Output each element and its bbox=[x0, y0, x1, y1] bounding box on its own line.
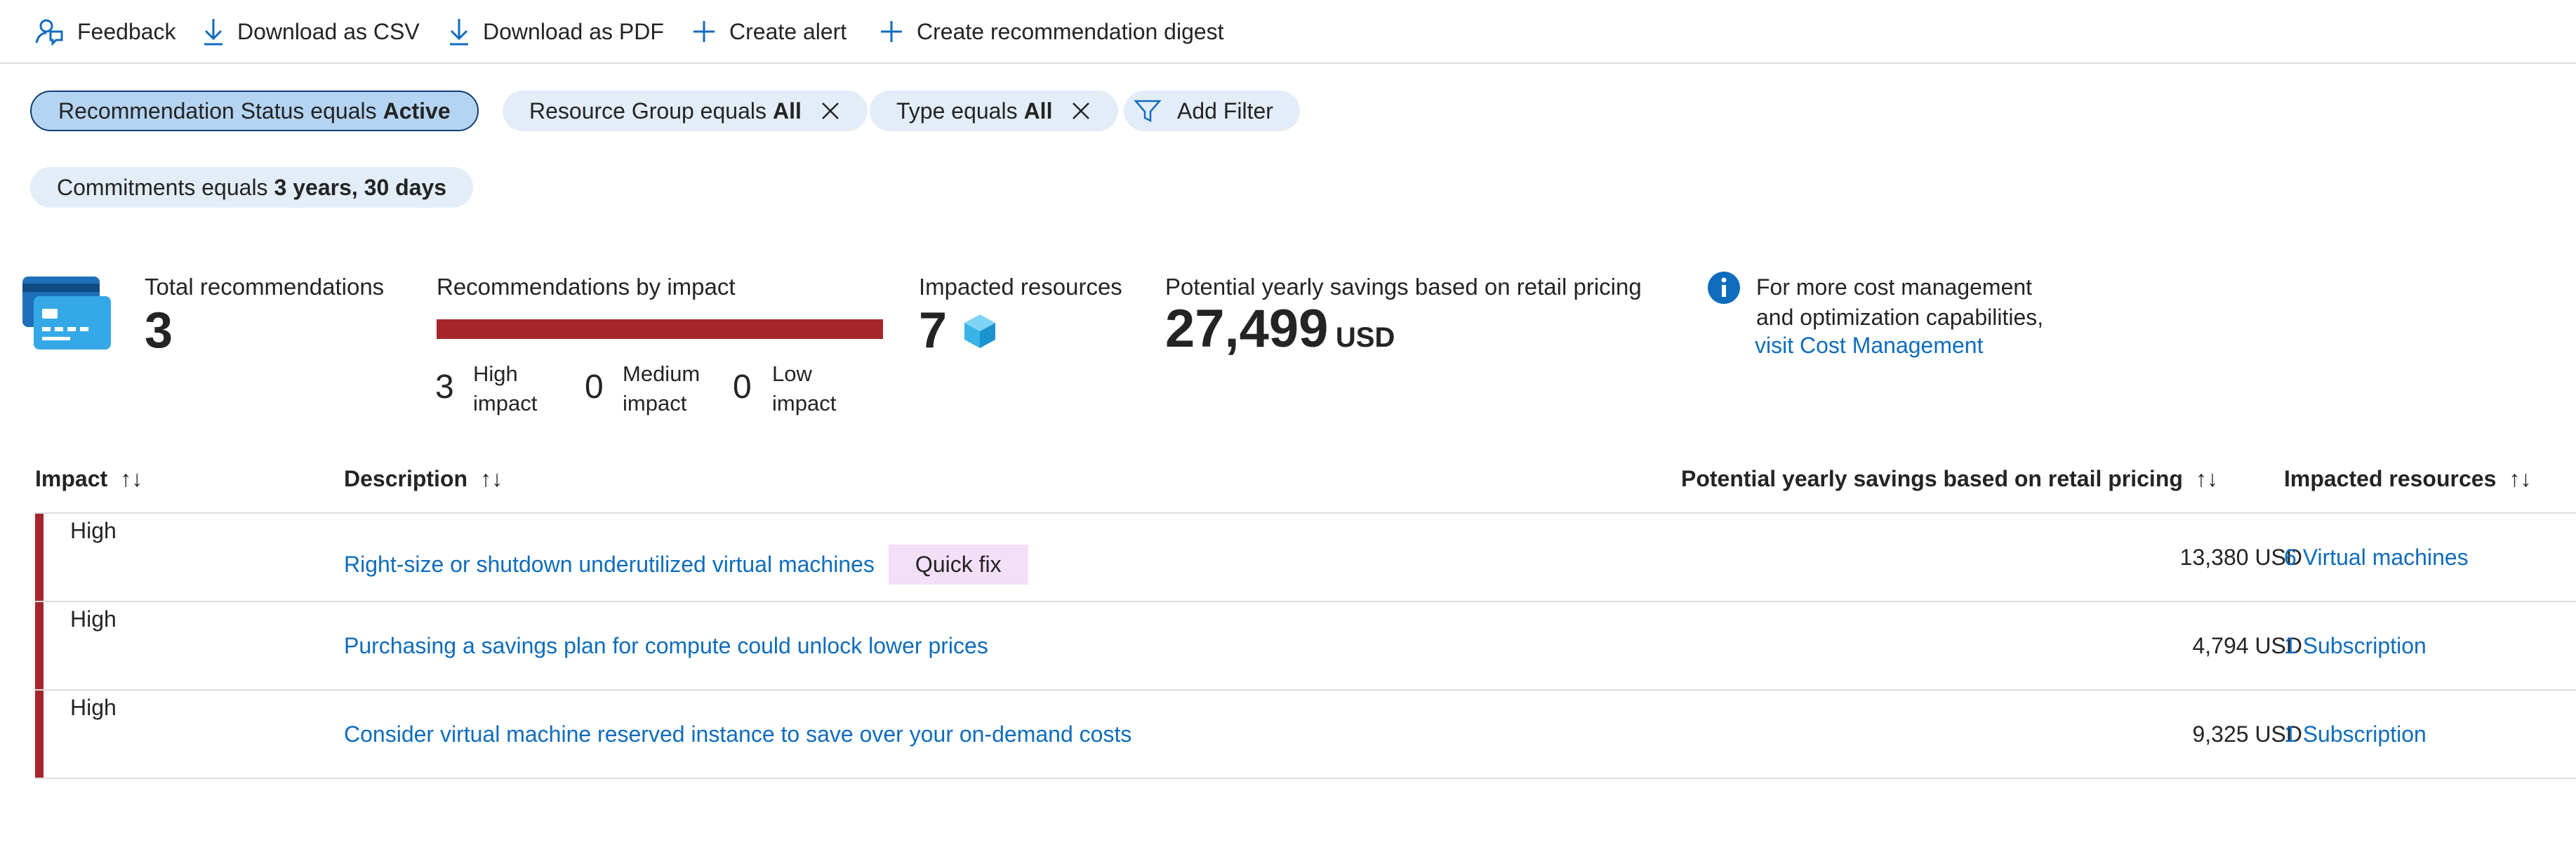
table-row[interactable]: High Right-size or shutdown underutilize… bbox=[35, 514, 2576, 602]
total-recommendations-label: Total recommendations bbox=[145, 274, 385, 300]
column-header-label: Impacted resources bbox=[2284, 466, 2497, 491]
add-filter-button[interactable]: Add Filter bbox=[1124, 91, 1300, 131]
download-pdf-label: Download as PDF bbox=[483, 18, 664, 44]
medium-label-line1: Medium bbox=[623, 361, 701, 386]
total-recommendations-value: 3 bbox=[145, 302, 173, 359]
download-icon bbox=[204, 19, 223, 46]
low-impact-label: Low impact bbox=[772, 359, 836, 418]
recommendation-link[interactable]: Right-size or shutdown underutilized vir… bbox=[344, 552, 875, 578]
visit-cost-management-link[interactable]: visit Cost Management bbox=[1755, 333, 1983, 359]
create-alert-label: Create alert bbox=[729, 18, 847, 44]
row-impact: High bbox=[70, 695, 117, 720]
plus-icon bbox=[693, 21, 715, 42]
impacted-resources-link[interactable]: 6 Virtual machines bbox=[2284, 545, 2469, 571]
filter-pill-commitments[interactable]: Commitments equals 3 years, 30 days bbox=[30, 167, 474, 208]
sort-icon[interactable]: ↑↓ bbox=[2509, 466, 2531, 492]
add-filter-label: Add Filter bbox=[1177, 98, 1273, 124]
medium-label-line2: impact bbox=[623, 391, 687, 415]
filter-pill-resource-group[interactable]: Resource Group equals All bbox=[503, 91, 868, 131]
download-icon bbox=[450, 19, 468, 46]
filter-value: All bbox=[772, 98, 802, 124]
credit-card-icon bbox=[22, 277, 111, 350]
column-header-label: Impact bbox=[35, 466, 108, 491]
column-header-description[interactable]: Description ↑↓ bbox=[344, 466, 503, 492]
low-count: 0 bbox=[733, 368, 752, 406]
row-impact: High bbox=[70, 606, 117, 632]
filter-prefix: Resource Group equals bbox=[529, 98, 766, 124]
impacted-resources-link[interactable]: 1 Subscription bbox=[2284, 633, 2426, 659]
recommendation-link[interactable]: Consider virtual machine reserved instan… bbox=[344, 721, 1131, 747]
filter-icon bbox=[1134, 100, 1162, 123]
close-icon[interactable] bbox=[1070, 100, 1091, 121]
savings-unit: USD bbox=[1335, 322, 1395, 353]
impacted-resources-label: Impacted resources bbox=[919, 274, 1122, 300]
download-pdf-button[interactable]: Download as PDF bbox=[448, 11, 664, 52]
impacted-resources-value: 7 bbox=[919, 302, 948, 359]
savings-total: 27,499 USD bbox=[1165, 298, 1395, 359]
medium-count: 0 bbox=[585, 368, 604, 406]
close-icon[interactable] bbox=[820, 100, 841, 121]
column-header-resources[interactable]: Impacted resources ↑↓ bbox=[2284, 466, 2531, 492]
filter-prefix: Recommendation Status equals bbox=[58, 98, 377, 124]
high-label-line1: High bbox=[473, 361, 518, 386]
filter-value: 3 years, 30 days bbox=[274, 174, 447, 200]
sort-icon[interactable]: ↑↓ bbox=[2196, 466, 2218, 492]
row-impact: High bbox=[70, 518, 117, 543]
impacted-resources-link[interactable]: 1 Subscription bbox=[2284, 721, 2426, 747]
download-csv-button[interactable]: Download as CSV bbox=[202, 11, 420, 52]
info-text: For more cost management and optimizatio… bbox=[1756, 272, 2043, 333]
column-header-impact[interactable]: Impact ↑↓ bbox=[35, 466, 142, 492]
create-alert-button[interactable]: Create alert bbox=[691, 11, 847, 52]
feedback-icon bbox=[35, 19, 63, 46]
quick-fix-badge[interactable]: Quick fix bbox=[888, 545, 1028, 585]
info-icon bbox=[1708, 272, 1740, 304]
column-header-savings[interactable]: Potential yearly savings based on retail… bbox=[1681, 466, 2218, 492]
filter-value: All bbox=[1023, 98, 1053, 124]
info-line-2: and optimization capabilities, bbox=[1756, 305, 2044, 330]
filter-value: Active bbox=[383, 98, 451, 124]
table-row[interactable]: High Purchasing a savings plan for compu… bbox=[35, 602, 2576, 691]
savings-label: Potential yearly savings based on retail… bbox=[1165, 274, 1642, 300]
info-line-1: For more cost management bbox=[1756, 274, 2033, 300]
row-description: Consider virtual machine reserved instan… bbox=[344, 721, 1131, 747]
download-csv-label: Download as CSV bbox=[237, 18, 420, 44]
impact-indicator bbox=[35, 691, 44, 778]
high-label-line2: impact bbox=[473, 391, 538, 415]
filter-pill-recommendation-status[interactable]: Recommendation Status equals Active bbox=[30, 91, 479, 131]
savings-value: 27,499 bbox=[1165, 299, 1329, 359]
command-bar: Feedback Download as CSV Download as PDF… bbox=[0, 0, 2576, 64]
high-count: 3 bbox=[435, 368, 454, 406]
column-header-label: Description bbox=[344, 466, 468, 491]
low-label-line2: impact bbox=[772, 391, 837, 415]
feedback-button[interactable]: Feedback bbox=[34, 11, 176, 52]
filter-prefix: Commitments equals bbox=[57, 174, 268, 200]
sort-icon[interactable]: ↑↓ bbox=[120, 466, 142, 492]
impact-indicator bbox=[35, 602, 44, 689]
high-impact-label: High impact bbox=[473, 359, 537, 418]
cube-icon bbox=[964, 314, 995, 348]
medium-impact-label: Medium impact bbox=[623, 359, 700, 418]
sort-icon[interactable]: ↑↓ bbox=[480, 466, 503, 492]
create-digest-label: Create recommendation digest bbox=[917, 18, 1224, 44]
filter-prefix: Type equals bbox=[896, 98, 1018, 124]
create-digest-button[interactable]: Create recommendation digest bbox=[879, 11, 1224, 52]
recommendation-link[interactable]: Purchasing a savings plan for compute co… bbox=[344, 633, 988, 659]
column-header-label: Potential yearly savings based on retail… bbox=[1681, 466, 2183, 491]
filter-pill-type[interactable]: Type equals All bbox=[870, 91, 1119, 131]
row-description: Right-size or shutdown underutilized vir… bbox=[344, 545, 1028, 585]
row-description: Purchasing a savings plan for compute co… bbox=[344, 633, 988, 659]
low-label-line1: Low bbox=[772, 361, 812, 386]
table-row[interactable]: High Consider virtual machine reserved i… bbox=[35, 691, 2576, 779]
by-impact-label: Recommendations by impact bbox=[437, 274, 736, 300]
impact-indicator bbox=[35, 514, 44, 601]
impact-bar-high bbox=[437, 319, 883, 339]
plus-icon bbox=[881, 21, 902, 42]
feedback-label: Feedback bbox=[77, 18, 176, 44]
